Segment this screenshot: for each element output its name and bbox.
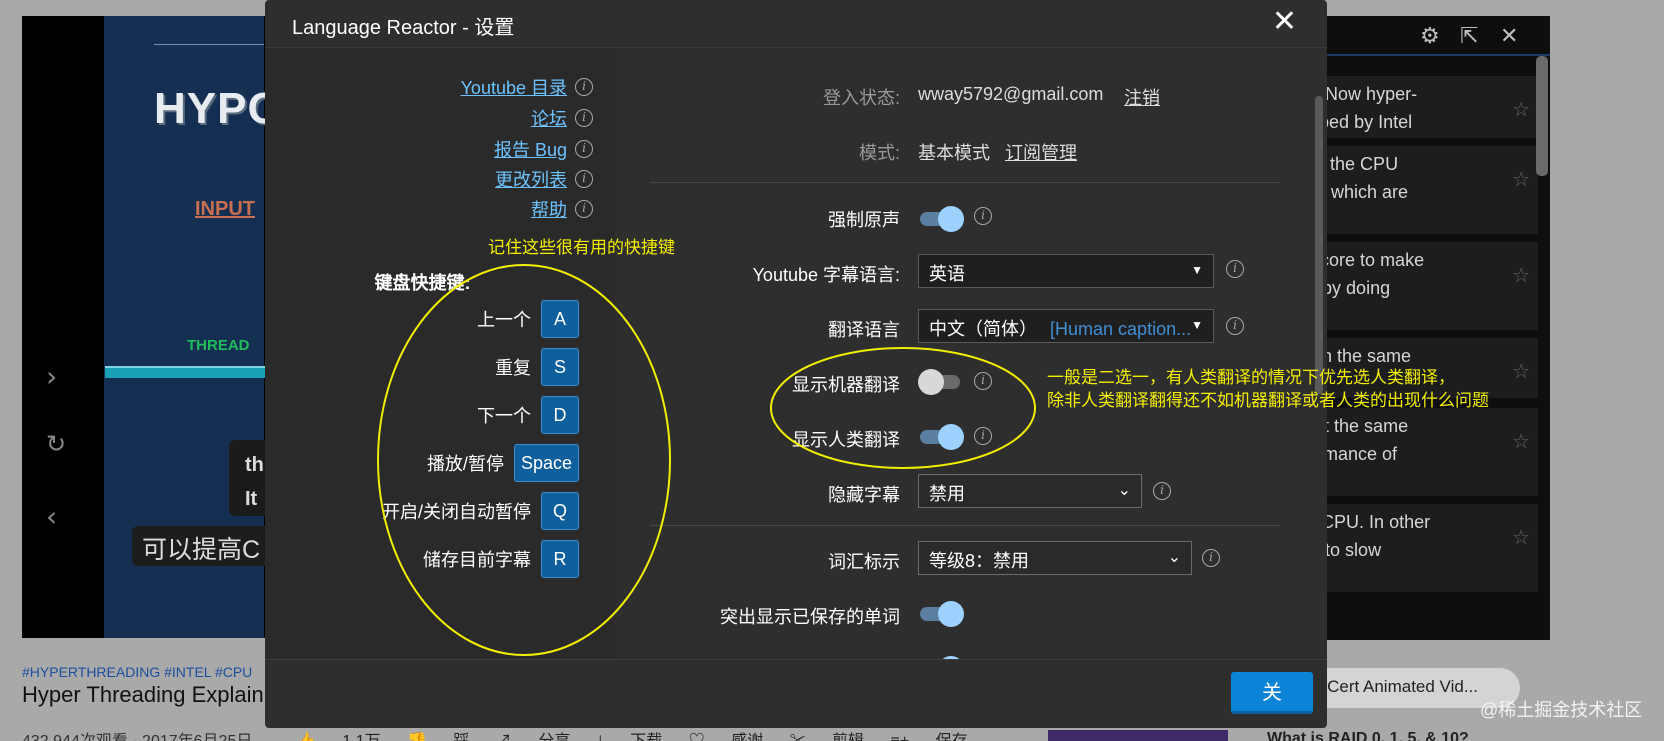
shortcuts-circle [377, 264, 671, 656]
annotation-overlay [377, 264, 1036, 656]
translation-toggles-circle [770, 347, 1036, 469]
